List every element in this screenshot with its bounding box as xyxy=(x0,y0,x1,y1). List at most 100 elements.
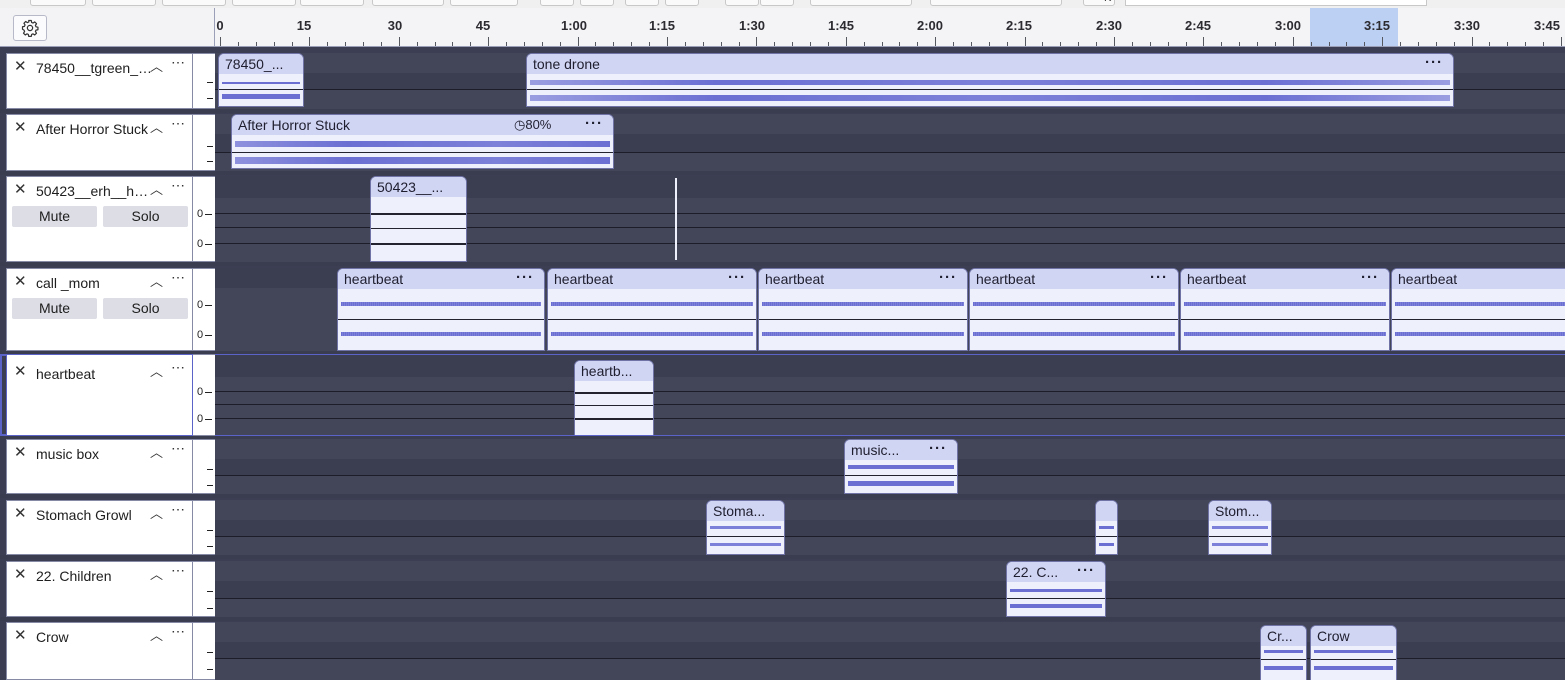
audio-clip[interactable]: 22. C... ··· xyxy=(1006,561,1106,617)
close-track-icon[interactable]: ✕ xyxy=(14,181,27,199)
audio-clip[interactable]: Cr... xyxy=(1260,625,1307,680)
track-lane[interactable]: music... ··· xyxy=(215,439,1565,494)
clip-header[interactable]: 78450_... xyxy=(219,54,303,74)
track-menu-icon[interactable]: ⋯ xyxy=(171,623,185,640)
track-menu-icon[interactable]: ⋯ xyxy=(171,54,185,71)
track-lane[interactable]: After Horror Stuck ◷80% ··· xyxy=(215,114,1565,171)
track-control-panel[interactable]: ✕ Crow ︿ ⋯ xyxy=(6,622,193,680)
clip-header[interactable]: Stom... xyxy=(1209,501,1271,521)
track-lane[interactable]: 50423__... xyxy=(215,176,1565,262)
track-lane[interactable]: Cr... Crow xyxy=(215,622,1565,680)
clip-header[interactable]: heartbeat ··· xyxy=(970,269,1178,289)
toolbar-search-input[interactable] xyxy=(1125,0,1427,6)
track-control-panel[interactable]: ✕ call _mom ︿ ⋯ Mute Solo xyxy=(6,268,193,351)
collapse-icon[interactable]: ︿ xyxy=(150,503,163,522)
track-menu-icon[interactable]: ⋯ xyxy=(171,440,185,457)
audio-clip[interactable]: heartbeat ··· xyxy=(758,268,968,351)
clip-header[interactable]: music... ··· xyxy=(845,440,957,460)
audio-clip[interactable]: heartbeat xyxy=(1391,268,1565,351)
clip-menu-icon[interactable]: ··· xyxy=(1425,54,1443,71)
track-control-panel[interactable]: ✕ After Horror Stuck ︿ ⋯ xyxy=(6,114,193,171)
track-lane[interactable]: heartbeat ··· heartbeat ··· heartbeat ··· h… xyxy=(215,268,1565,351)
toolbar-button[interactable] xyxy=(580,0,614,6)
audio-clip[interactable]: After Horror Stuck ◷80% ··· xyxy=(231,114,614,169)
audio-clip[interactable]: heartbeat ··· xyxy=(547,268,757,351)
solo-button[interactable]: Solo xyxy=(103,298,188,319)
track-name[interactable]: 50423__erh__heartbeat xyxy=(36,182,152,200)
close-track-icon[interactable]: ✕ xyxy=(14,566,27,584)
time-ruler[interactable]: 0 15 30 45 1:00 1:15 1:30 1:45 2:00 2:15… xyxy=(215,8,1565,47)
track-control-panel[interactable]: ✕ Stomach Growl ︿ ⋯ xyxy=(6,500,193,555)
collapse-icon[interactable]: ︿ xyxy=(150,117,163,136)
close-track-icon[interactable]: ✕ xyxy=(14,363,27,381)
mute-button[interactable]: Mute xyxy=(12,206,97,227)
track-name[interactable]: 78450__tgreen__tone-drone xyxy=(36,59,152,77)
audio-clip[interactable]: Stom... xyxy=(1208,500,1272,555)
audio-clip[interactable]: Stoma... xyxy=(706,500,785,555)
clip-header[interactable]: heartbeat ··· xyxy=(338,269,544,289)
clip-header[interactable]: tone drone ··· xyxy=(527,54,1453,74)
close-track-icon[interactable]: ✕ xyxy=(14,273,27,291)
solo-button[interactable]: Solo xyxy=(103,206,188,227)
toolbar-button[interactable] xyxy=(625,0,659,6)
audio-clip[interactable]: 78450_... xyxy=(218,53,304,107)
clip-menu-icon[interactable]: ··· xyxy=(1077,562,1095,579)
close-track-icon[interactable]: ✕ xyxy=(14,119,27,137)
track-menu-icon[interactable]: ⋯ xyxy=(171,177,185,194)
track-menu-icon[interactable]: ⋯ xyxy=(171,562,185,579)
audio-spike[interactable] xyxy=(675,178,677,260)
collapse-icon[interactable]: ︿ xyxy=(150,442,163,461)
track-lane[interactable]: 78450_... tone drone ··· xyxy=(215,53,1565,109)
clip-header[interactable]: 50423__... xyxy=(371,177,466,197)
toolbar-dropdown[interactable] xyxy=(810,0,912,6)
track-name[interactable]: 22. Children xyxy=(36,567,152,585)
track-control-panel[interactable]: ✕ music box ︿ ⋯ xyxy=(6,439,193,494)
close-track-icon[interactable]: ✕ xyxy=(14,58,27,76)
toolbar-button[interactable] xyxy=(540,0,574,6)
clip-header[interactable]: 22. C... ··· xyxy=(1007,562,1105,582)
toolbar-button[interactable] xyxy=(162,0,226,6)
clip-header[interactable]: Stoma... xyxy=(707,501,784,521)
track-menu-icon[interactable]: ⋯ xyxy=(171,115,185,132)
collapse-icon[interactable]: ︿ xyxy=(150,179,163,198)
toolbar-button[interactable] xyxy=(30,0,86,6)
clip-menu-icon[interactable]: ··· xyxy=(516,269,534,286)
clip-menu-icon[interactable]: ··· xyxy=(1150,269,1168,286)
track-lane[interactable]: 22. C... ··· xyxy=(215,561,1565,617)
track-name[interactable]: heartbeat xyxy=(36,365,152,383)
track-control-panel[interactable]: ✕ 50423__erh__heartbeat ︿ ⋯ Mute Solo xyxy=(6,176,193,262)
track-control-panel[interactable]: ✕ 78450__tgreen__tone-drone ︿ ⋯ xyxy=(6,53,193,109)
toolbar-button[interactable] xyxy=(92,0,156,6)
clip-header[interactable]: heartbeat ··· xyxy=(1181,269,1389,289)
toolbar-button[interactable] xyxy=(760,0,794,6)
collapse-icon[interactable]: ︿ xyxy=(150,361,163,380)
toolbar-button[interactable] xyxy=(232,0,296,6)
clip-header[interactable]: heartbeat ··· xyxy=(548,269,756,289)
collapse-icon[interactable]: ︿ xyxy=(150,564,163,583)
clip-header[interactable] xyxy=(1096,501,1117,521)
toolbar-dropdown[interactable] xyxy=(930,0,1062,6)
close-track-icon[interactable]: ✕ xyxy=(14,505,27,523)
clip-menu-icon[interactable]: ··· xyxy=(585,115,603,132)
audio-clip[interactable]: heartb... xyxy=(574,360,654,435)
clip-header[interactable]: heartbeat xyxy=(1392,269,1565,289)
track-control-panel[interactable]: ✕ heartbeat ︿ ⋯ xyxy=(6,354,193,436)
toolbar-button[interactable] xyxy=(725,0,759,6)
collapse-icon[interactable]: ︿ xyxy=(150,625,163,644)
track-lane[interactable]: Stoma... Stom... xyxy=(215,500,1565,555)
toolbar-button[interactable] xyxy=(300,0,364,6)
clip-header[interactable]: Cr... xyxy=(1261,626,1306,646)
track-name[interactable]: Crow xyxy=(36,628,152,646)
audio-clip[interactable]: heartbeat ··· xyxy=(969,268,1179,351)
settings-button[interactable] xyxy=(13,15,47,41)
clip-header[interactable]: Crow xyxy=(1311,626,1396,646)
collapse-icon[interactable]: ︿ xyxy=(150,271,163,290)
close-track-icon[interactable]: ✕ xyxy=(14,627,27,645)
track-name[interactable]: Stomach Growl xyxy=(36,506,152,524)
audio-clip[interactable]: heartbeat ··· xyxy=(337,268,545,351)
track-control-panel[interactable]: ✕ 22. Children ︿ ⋯ xyxy=(6,561,193,617)
toolbar-button[interactable] xyxy=(372,0,444,6)
track-name[interactable]: music box xyxy=(36,445,152,463)
track-lane[interactable]: heartb... xyxy=(215,355,1565,435)
clip-header[interactable]: heartbeat ··· xyxy=(759,269,967,289)
